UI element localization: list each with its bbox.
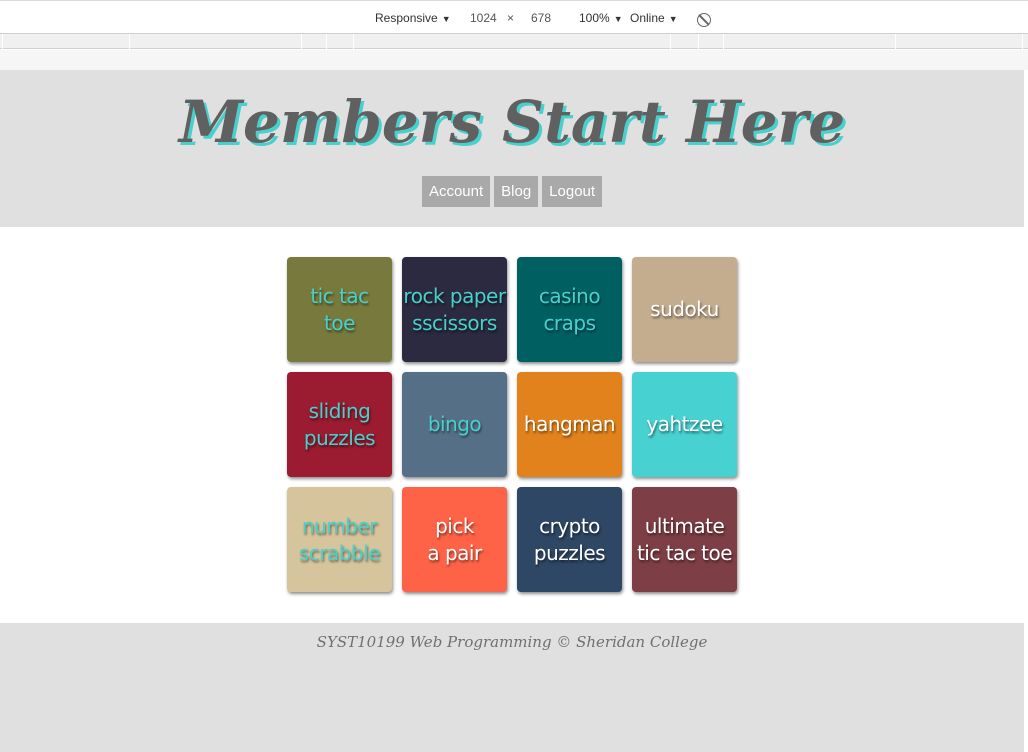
network-label: Online: [630, 11, 665, 25]
game-tile-label: hangman: [523, 412, 616, 436]
game-tile-label: rock paper sscissors: [403, 283, 506, 335]
devtools-toolbar: Responsive ▼ 1024 × 678 100% ▼ Online ▼: [0, 0, 1028, 50]
game-tile-label: tic tac toe: [310, 283, 369, 335]
viewport-gap: [0, 50, 1028, 70]
zoom-select[interactable]: 100% ▼: [579, 11, 623, 25]
game-tile-label: sliding puzzles: [303, 398, 376, 450]
game-tile-ultimate-tic-tac-toe[interactable]: ultimate tic tac toe: [632, 487, 737, 592]
game-tile-hangman[interactable]: hangman: [517, 372, 622, 477]
page-title: Members Start Here: [178, 88, 846, 156]
nav-blog-link[interactable]: Blog: [494, 176, 539, 207]
chevron-down-icon: ▼: [668, 14, 678, 24]
device-select[interactable]: Responsive ▼: [375, 11, 451, 25]
nav-account-link[interactable]: Account: [421, 176, 491, 207]
game-tile-tic-tac-toe[interactable]: tic tac toe: [287, 257, 392, 362]
game-tile-label: casino craps: [538, 283, 601, 335]
game-tile-label: number scrabble: [298, 513, 381, 565]
game-tile-number-scrabble[interactable]: number scrabble: [287, 487, 392, 592]
zoom-label: 100%: [579, 11, 610, 25]
footer-copyright: SYST10199 Web Programming © Sheridan Col…: [316, 633, 708, 651]
game-tile-label: ultimate tic tac toe: [636, 513, 733, 565]
game-tile-label: yahtzee: [646, 412, 723, 436]
game-tile-casino-craps[interactable]: casino craps: [517, 257, 622, 362]
width-input[interactable]: 1024: [470, 11, 497, 25]
device-label: Responsive: [375, 11, 438, 25]
game-tile-label: sudoku: [650, 297, 719, 321]
games-section: tic tac toe rock paper sscissors casino …: [0, 227, 1024, 623]
times-sign: ×: [507, 11, 515, 25]
network-select[interactable]: Online ▼: [630, 11, 678, 25]
device-toolbar: Responsive ▼ 1024 × 678 100% ▼ Online ▼: [0, 5, 1028, 31]
page-header: Members Start Here Account Blog Logout: [0, 70, 1024, 227]
game-tile-crypto-puzzles[interactable]: crypto puzzles: [517, 487, 622, 592]
page-footer: SYST10199 Web Programming © Sheridan Col…: [0, 623, 1024, 752]
chevron-down-icon: ▼: [613, 14, 623, 24]
game-tile-pick-a-pair[interactable]: pick a pair: [402, 487, 507, 592]
game-tile-label: pick a pair: [427, 513, 482, 565]
games-grid: tic tac toe rock paper sscissors casino …: [287, 257, 738, 592]
rotate-icon[interactable]: [697, 13, 711, 27]
game-tile-sudoku[interactable]: sudoku: [632, 257, 737, 362]
game-tile-label: crypto puzzles: [533, 513, 606, 565]
nav-logout-link[interactable]: Logout: [542, 176, 603, 207]
chevron-down-icon: ▼: [441, 14, 451, 24]
media-query-bar[interactable]: [0, 33, 1028, 49]
main-nav: Account Blog Logout: [0, 176, 1024, 207]
game-tile-yahtzee[interactable]: yahtzee: [632, 372, 737, 477]
game-tile-bingo[interactable]: bingo: [402, 372, 507, 477]
game-tile-label: bingo: [427, 412, 482, 436]
game-tile-rock-paper-scissors[interactable]: rock paper sscissors: [402, 257, 507, 362]
height-input[interactable]: 678: [531, 11, 551, 25]
game-tile-sliding-puzzles[interactable]: sliding puzzles: [287, 372, 392, 477]
